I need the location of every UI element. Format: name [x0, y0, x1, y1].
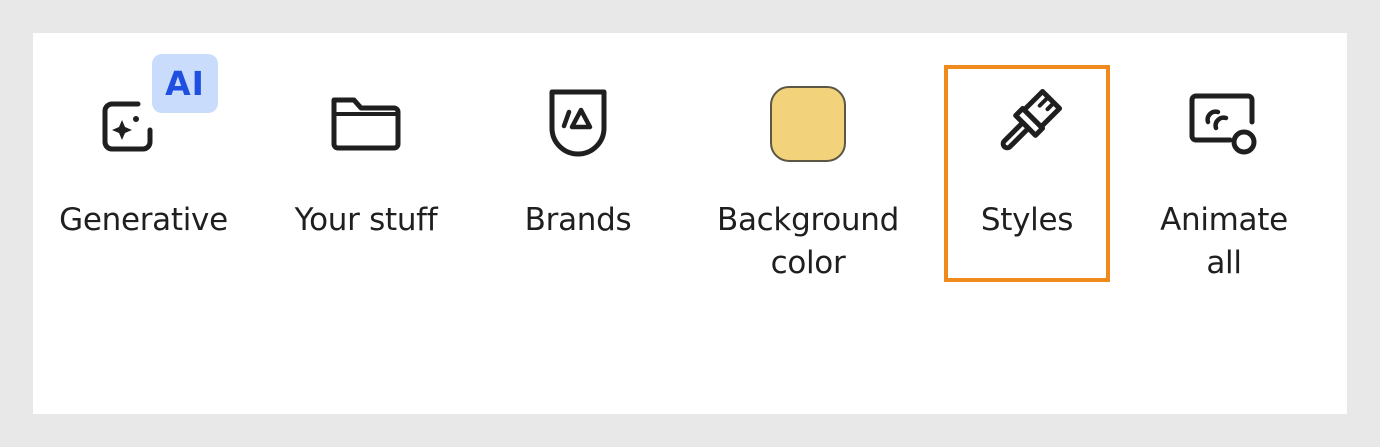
- tool-background-color-label: Background color: [717, 202, 899, 281]
- selection-outline: [944, 65, 1110, 282]
- tool-background-color[interactable]: Background color: [714, 0, 902, 290]
- tool-animate-all-label: Animate all: [1160, 202, 1288, 281]
- color-swatch: [770, 86, 846, 162]
- tool-your-stuff[interactable]: Your stuff: [286, 0, 446, 290]
- tool-brands[interactable]: Brands: [515, 0, 641, 290]
- tool-your-stuff-label: Your stuff: [294, 202, 438, 238]
- tool-animate-all[interactable]: Animate all: [1150, 0, 1298, 290]
- ai-badge: AI: [152, 54, 218, 113]
- animate-icon: [1186, 86, 1262, 162]
- tool-brands-label: Brands: [524, 202, 632, 238]
- brand-shield-icon: [540, 86, 616, 162]
- tool-generative[interactable]: Generative: [57, 0, 230, 290]
- folder-icon: [328, 86, 404, 162]
- tool-generative-label: Generative: [59, 202, 228, 238]
